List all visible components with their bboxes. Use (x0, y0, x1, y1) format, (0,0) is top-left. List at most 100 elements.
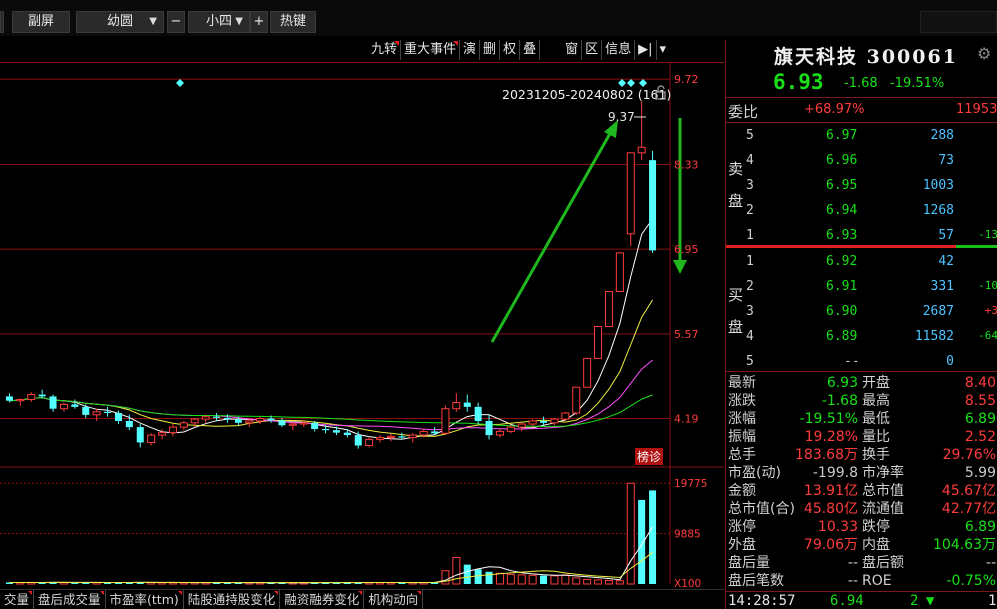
down-arrow-icon: ▼ (926, 593, 935, 609)
stat-value: 29.76% (942, 447, 996, 463)
weibi-diff: 11953 (956, 102, 997, 117)
info-button[interactable]: 信息 (602, 40, 636, 60)
jiuzhuan-button[interactable]: 九转 (368, 40, 402, 60)
candle-body-up (92, 411, 101, 416)
sell-level-row[interactable]: 2 6.94 1268 (746, 199, 997, 224)
stats-row: 涨停 10.33 跌停 6.89 (728, 518, 996, 536)
orderbook-volume: 73 (938, 153, 954, 168)
stat-value: 8.40 (964, 375, 996, 391)
candle-body-up (168, 426, 177, 434)
orderbook-volume: 1003 (922, 178, 954, 193)
orderbook-volume: 1268 (922, 203, 954, 218)
kline-chart[interactable]: 20231205-20240802 (161) 9.37 9.72 8.33 6.9… (0, 62, 724, 609)
orderbook-price: -- (844, 354, 860, 369)
candle-body-up (16, 399, 25, 402)
stat-value: -19.51% (799, 411, 858, 427)
stat-label: 市盈(动) (728, 465, 781, 481)
buy-level-row[interactable]: 3 6.90 2687 +3 (746, 300, 997, 325)
stat-value: 45.80亿 (803, 501, 858, 517)
candle-body-up (158, 432, 167, 436)
hotkeys-button[interactable]: 热键 (270, 11, 316, 33)
tab-volume[interactable]: 交量 (0, 590, 35, 609)
sell-level-row[interactable]: 3 6.95 1003 (746, 174, 997, 199)
volume-bar-down (474, 569, 482, 584)
price-tick-label: 9.72 (674, 73, 699, 86)
buy-level-row[interactable]: 1 6.92 42 (746, 250, 997, 275)
stat-value: 2.52 (964, 429, 996, 445)
buy-level-row[interactable]: 2 6.91 331 -10 (746, 275, 997, 300)
demo-button[interactable]: 演 (460, 40, 481, 60)
zoom-in-button[interactable]: + (250, 11, 268, 33)
stat-value: 5.99 (964, 465, 996, 481)
orderbook-price: 6.93 (826, 228, 858, 243)
candle-body-down (431, 431, 439, 434)
font-family-select[interactable]: 幼圆 ▼ (76, 11, 164, 33)
window-button[interactable]: 窗 (562, 40, 583, 60)
volume-bar-up (452, 557, 461, 585)
stat-value: 42.77亿 (941, 501, 996, 517)
volume-bar-down (649, 490, 657, 584)
overlay-button[interactable]: 叠 (520, 40, 541, 60)
volume-tick-label: 9885 (674, 529, 701, 541)
stat-value: 104.63万 (933, 537, 996, 553)
stat-label: 涨跌 (728, 393, 756, 409)
sub-screen-button[interactable]: 副屏 (12, 11, 70, 33)
sell-level-row[interactable]: 5 6.97 288 (746, 124, 997, 149)
candle-body-up (495, 430, 504, 436)
candle-body-down (5, 396, 13, 401)
rights-button[interactable]: 权 (500, 40, 521, 60)
delete-button[interactable]: 删 (480, 40, 501, 60)
chart-toolbar: 九转 重大事件 演 删 权 叠 窗 区 信息 ▶| ▾ (368, 40, 669, 60)
skip-right-icon[interactable]: ▶| (635, 40, 657, 60)
sell-side-label-2: 盘 (728, 192, 744, 210)
font-size-select[interactable]: 小四 ▼ (188, 11, 250, 33)
orderbook-level: 5 (746, 128, 754, 143)
orderbook-delta: -13 (978, 228, 997, 241)
volume-bar-up (495, 572, 504, 585)
ma10-line (9, 299, 654, 437)
stat-label: 外盘 (728, 537, 756, 553)
stat-label: 最高 (862, 393, 890, 409)
volume-bar-down (638, 499, 646, 584)
divider (726, 591, 997, 592)
stats-row: 盘后笔数 -- ROE -0.75% (728, 572, 996, 590)
stats-row: 涨幅 -19.51% 最低 6.89 (728, 410, 996, 428)
candle-body-up (419, 430, 428, 436)
tab-after-hours-volume[interactable]: 盘后成交量 (34, 590, 106, 609)
region-button[interactable]: 区 (582, 40, 603, 60)
price-axis: 9.72 8.33 6.95 5.57 4.19 (674, 73, 699, 425)
major-events-button[interactable]: 重大事件 (401, 40, 461, 60)
tab-northbound-holdings[interactable]: 陆股通持股变化 (184, 590, 281, 609)
moving-average-lines (9, 218, 654, 440)
candle-body-up (550, 418, 559, 424)
candle-body-up (528, 420, 537, 425)
volume-axis: 197759885X100 (674, 478, 707, 590)
tab-margin-trading[interactable]: 融资融券变化 (280, 590, 365, 609)
divider (726, 371, 997, 372)
candle-body-up (376, 437, 385, 440)
candle-body-down (38, 394, 46, 397)
zoom-out-button[interactable]: − (167, 11, 185, 33)
diagnosis-badge-label: 榜诊 (637, 449, 661, 464)
candle-body-down (463, 402, 471, 407)
candle-body-down (82, 406, 90, 415)
price-change-pct: -19.51% (890, 76, 945, 91)
candle-body-up (637, 146, 646, 154)
volume-bar-up (561, 574, 570, 585)
buy-level-row[interactable]: 4 6.89 11582 -64 (746, 325, 997, 350)
sell-side-label-1: 卖 (728, 160, 744, 178)
tab-institution-moves[interactable]: 机构动向 (364, 590, 424, 609)
top-toolbar: 副屏 幼圆 ▼ − 小四 ▼ + 热键 (0, 0, 997, 36)
orderbook-level: 5 (746, 354, 754, 369)
quote-panel: 旗天科技 300061 ⚙ 6.93 -1.68 -19.51% 委比 +68.… (725, 40, 997, 609)
trend-arrow-up (490, 120, 618, 343)
volume-ma5-line (9, 526, 654, 584)
stat-value: -1.68 (821, 393, 858, 409)
stat-label: 市净率 (862, 465, 904, 481)
tab-pe-ttm[interactable]: 市盈率(ttm) (106, 590, 184, 609)
gear-icon[interactable]: ⚙ (977, 44, 991, 63)
sell-level-row[interactable]: 4 6.96 73 (746, 149, 997, 174)
candle-body-down (104, 411, 112, 413)
stat-label: 盘后量 (728, 555, 770, 571)
chevron-down-icon[interactable]: ▾ (657, 40, 670, 60)
